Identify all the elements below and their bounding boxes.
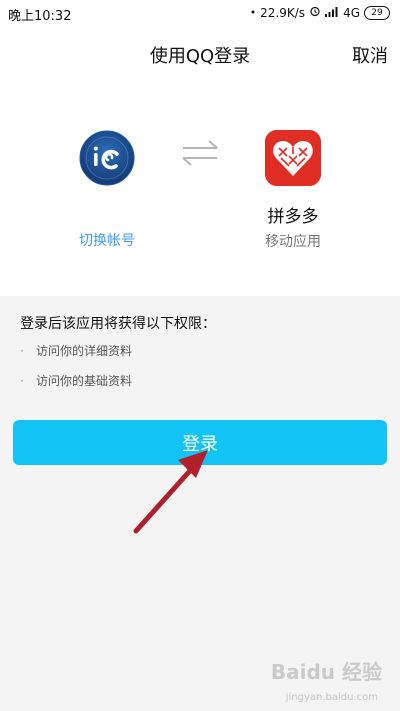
permissions-title: 登录后该应用将获得以下权限： bbox=[20, 316, 216, 332]
app-type-label: 移动应用 bbox=[265, 234, 321, 250]
user-avatar-icon[interactable] bbox=[79, 130, 135, 186]
battery-indicator: 29 bbox=[364, 5, 390, 20]
signal-dots-icon bbox=[250, 6, 256, 20]
status-bar: 晚上10:32 22.9K/s 4G 29 bbox=[0, 0, 400, 28]
network-type: 4G bbox=[343, 5, 360, 20]
permission-text: 访问你的详细资料 bbox=[36, 344, 133, 358]
annotation-arrow-icon bbox=[120, 440, 230, 550]
bullet-icon: · bbox=[20, 374, 24, 388]
alarm-icon bbox=[309, 5, 321, 20]
cancel-button[interactable]: 取消 bbox=[352, 42, 388, 68]
network-speed: 22.9K/s bbox=[260, 5, 306, 20]
watermark-url: jingyan.baidu.com bbox=[285, 692, 378, 703]
switch-account-link[interactable]: 切换帐号 bbox=[58, 230, 156, 250]
top-panel: 晚上10:32 22.9K/s 4G 29 使用QQ登录 取消 切换帐号 拼多多… bbox=[0, 0, 400, 296]
permission-item: · 访问你的详细资料 bbox=[20, 342, 132, 359]
permission-item: · 访问你的基础资料 bbox=[20, 372, 132, 389]
page-title: 使用QQ登录 bbox=[149, 46, 251, 67]
status-time: 晚上10:32 bbox=[8, 9, 72, 24]
signal-bars-icon bbox=[325, 6, 339, 20]
pinduoduo-icon bbox=[265, 130, 321, 186]
permission-text: 访问你的基础资料 bbox=[36, 374, 133, 388]
swap-arrows-icon bbox=[181, 139, 219, 167]
watermark: Baidu 经验 bbox=[270, 660, 382, 684]
status-indicators: 22.9K/s 4G 29 bbox=[250, 5, 390, 20]
app-name: 拼多多 bbox=[267, 207, 319, 227]
bullet-icon: · bbox=[20, 344, 24, 358]
